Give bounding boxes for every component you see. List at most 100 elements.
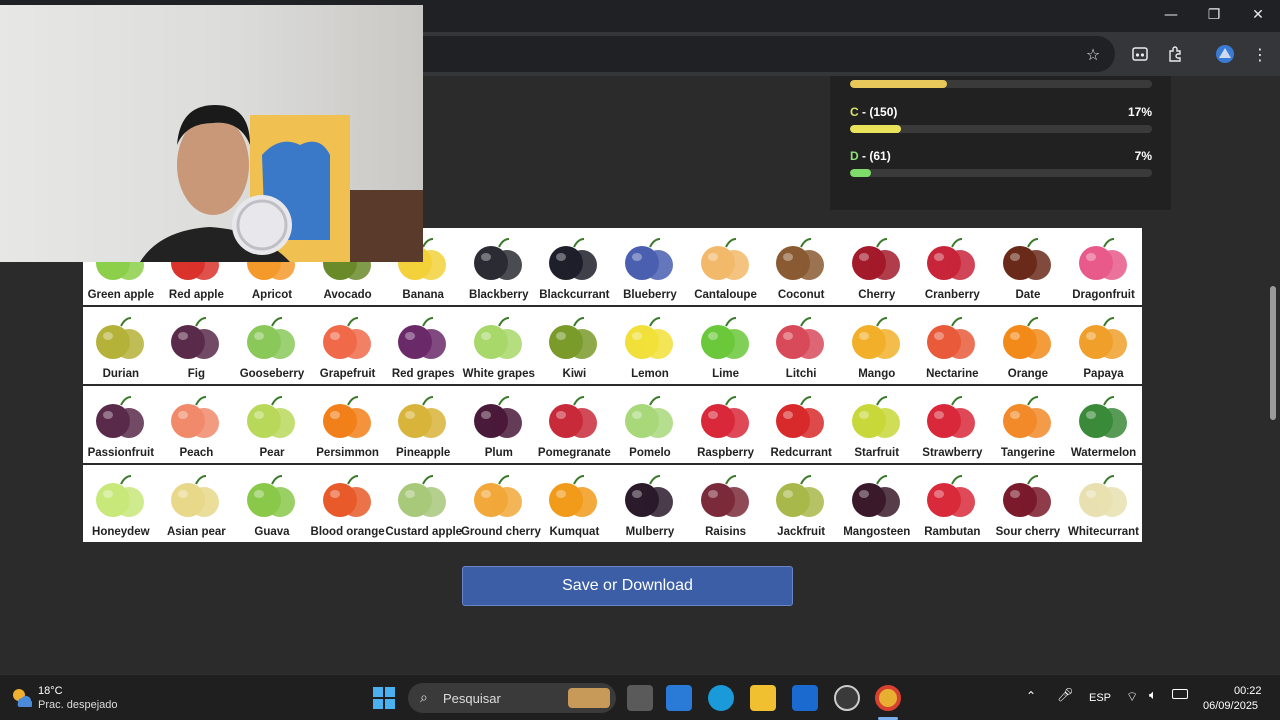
fruit-tile[interactable]: Persimmon	[310, 386, 386, 463]
result-c-label: C - (150)	[850, 105, 897, 119]
fruit-tile[interactable]: White grapes	[461, 307, 537, 384]
fruit-tile[interactable]: Cherry	[839, 228, 915, 305]
fruit-tile[interactable]: Starfruit	[839, 386, 915, 463]
fruit-tile[interactable]: Orange	[990, 307, 1066, 384]
fruit-tile[interactable]: Rambutan	[915, 465, 991, 542]
reading-mode-icon[interactable]	[1128, 42, 1152, 66]
fruit-tile[interactable]: Cantaloupe	[688, 228, 764, 305]
fruit-tile[interactable]: Cranberry	[915, 228, 991, 305]
fruit-image	[95, 317, 144, 359]
fruit-tile[interactable]: Mangosteen	[839, 465, 915, 542]
taskbar-search[interactable]: ⌕ Pesquisar	[408, 683, 616, 713]
weather-temperature[interactable]: 18°C	[38, 685, 63, 697]
clock-date[interactable]: 06/09/2025	[1203, 700, 1258, 712]
fruit-tile[interactable]: Honeydew	[83, 465, 159, 542]
store-icon[interactable]	[666, 685, 692, 711]
fruit-tile[interactable]: Pineapple	[385, 386, 461, 463]
fruit-name: Asian pear	[166, 526, 226, 538]
fruit-tile[interactable]: Litchi	[763, 307, 839, 384]
fruit-tile[interactable]: Redcurrant	[763, 386, 839, 463]
fruit-name: Banana	[402, 289, 444, 301]
fruit-tile[interactable]: Mulberry	[612, 465, 688, 542]
fruit-tile[interactable]: Coconut	[763, 228, 839, 305]
fruit-tile[interactable]: Jackfruit	[763, 465, 839, 542]
fruit-tile[interactable]: Blackcurrant	[537, 228, 613, 305]
fruit-tile[interactable]: Pomegranate	[537, 386, 613, 463]
task-view-icon[interactable]	[627, 685, 653, 711]
fruit-tile[interactable]: Date	[990, 228, 1066, 305]
fruit-name: Whitecurrant	[1068, 526, 1139, 538]
fruit-name: Custard apple	[385, 526, 463, 538]
fruit-tile[interactable]: Raspberry	[688, 386, 764, 463]
fruit-tile[interactable]: Blueberry	[612, 228, 688, 305]
fruit-tile[interactable]: Guava	[234, 465, 310, 542]
fruit-tile[interactable]: Ground cherry	[461, 465, 541, 542]
recording-app-icon[interactable]	[834, 685, 860, 711]
outlook-icon[interactable]	[792, 685, 818, 711]
fruit-tile[interactable]: Asian pear	[159, 465, 235, 542]
fruit-tile[interactable]: Strawberry	[915, 386, 991, 463]
fruit-tile[interactable]: Blackberry	[461, 228, 537, 305]
extensions-icon[interactable]	[1163, 42, 1187, 66]
scrollbar[interactable]	[1266, 76, 1280, 674]
fruit-tile[interactable]: Pomelo	[612, 386, 688, 463]
fruit-image	[398, 317, 447, 359]
fruit-tile[interactable]: Fig	[159, 307, 235, 384]
fruit-name: Pineapple	[396, 447, 451, 459]
fruit-image	[851, 238, 900, 280]
fruit-image	[624, 238, 673, 280]
search-icon: ⌕	[420, 690, 428, 706]
fruit-tile[interactable]: Red grapes	[385, 307, 461, 384]
maximize-button[interactable]: ❐	[1192, 0, 1236, 30]
fruit-tile[interactable]: Dragonfruit	[1066, 228, 1142, 305]
fruit-tile[interactable]: Kiwi	[537, 307, 613, 384]
top-progress-bar	[850, 80, 1152, 88]
fruit-image	[1002, 238, 1051, 280]
minimize-button[interactable]: —	[1149, 0, 1193, 30]
chrome-icon[interactable]	[875, 685, 901, 711]
close-button[interactable]: ✕	[1236, 0, 1280, 30]
fruit-tile[interactable]: Lemon	[612, 307, 688, 384]
windows-start-icon[interactable]	[373, 687, 395, 709]
fruit-tile[interactable]: Raisins	[688, 465, 764, 542]
chevron-up-icon[interactable]: ⌃	[1026, 689, 1036, 703]
fruit-name: Coconut	[777, 289, 825, 301]
battery-icon[interactable]	[1172, 689, 1188, 699]
fruit-tile[interactable]: Pear	[234, 386, 310, 463]
fruit-name: Watermelon	[1070, 447, 1137, 459]
scrollbar-thumb[interactable]	[1270, 286, 1276, 420]
wifi-icon[interactable]: ⌔	[1126, 689, 1138, 705]
profile-icon[interactable]	[1213, 42, 1237, 66]
fruit-tile[interactable]: Blood orange	[310, 465, 386, 542]
fruit-image	[624, 317, 673, 359]
fruit-tile[interactable]: Whitecurrant	[1066, 465, 1142, 542]
fruit-tile[interactable]: Mango	[839, 307, 915, 384]
fruit-tile[interactable]: Custard apple	[385, 465, 463, 542]
fruit-tile[interactable]: Durian	[83, 307, 159, 384]
star-icon[interactable]: ☆	[1081, 42, 1105, 66]
fruit-tile[interactable]: Tangerine	[990, 386, 1066, 463]
weather-icon[interactable]	[10, 686, 34, 708]
fruit-tile[interactable]: Papaya	[1066, 307, 1142, 384]
fruit-tile[interactable]: Nectarine	[915, 307, 991, 384]
fruit-tile[interactable]: Kumquat	[537, 465, 613, 542]
fruit-image	[624, 396, 673, 438]
fruit-tile[interactable]: Gooseberry	[234, 307, 310, 384]
save-or-download-button[interactable]: Save or Download	[462, 566, 793, 606]
fruit-tile[interactable]: Plum	[461, 386, 537, 463]
fruit-image	[322, 396, 371, 438]
language-indicator[interactable]: ESP	[1089, 692, 1111, 704]
fruit-tile[interactable]: Lime	[688, 307, 764, 384]
fruit-tile[interactable]: Passionfruit	[83, 386, 159, 463]
fruit-tile[interactable]: Sour cherry	[990, 465, 1066, 542]
fruit-tile[interactable]: Grapefruit	[310, 307, 386, 384]
edge-icon[interactable]	[708, 685, 734, 711]
file-explorer-icon[interactable]	[750, 685, 776, 711]
volume-icon[interactable]: 🔈︎	[1149, 688, 1157, 703]
fruit-tile[interactable]: Peach	[159, 386, 235, 463]
fruit-tile[interactable]: Watermelon	[1066, 386, 1142, 463]
weather-description[interactable]: Prac. despejado	[38, 699, 118, 711]
menu-icon[interactable]: ⋮	[1248, 42, 1272, 66]
microphone-icon[interactable]: 🎤︎	[1057, 688, 1074, 703]
clock-time[interactable]: 00:22	[1234, 685, 1262, 697]
